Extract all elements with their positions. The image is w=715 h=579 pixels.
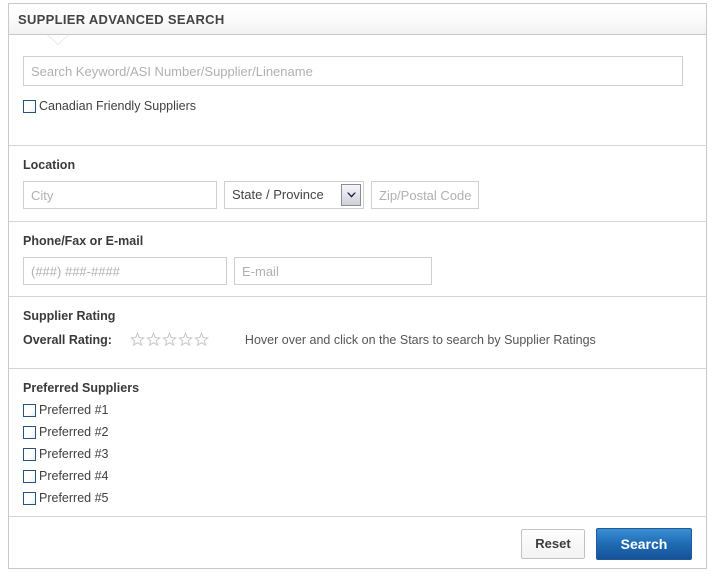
preferred-checkbox-3[interactable] (23, 448, 36, 461)
preferred-checkbox-row-2[interactable]: Preferred #2 (23, 426, 694, 439)
city-input[interactable] (23, 181, 217, 209)
chevron-down-icon[interactable] (341, 184, 361, 206)
preferred-suppliers-section-label: Preferred Suppliers (23, 381, 140, 395)
preferred-checkbox-row-5[interactable]: Preferred #5 (23, 492, 694, 505)
preferred-checkbox-5[interactable] (23, 492, 36, 505)
zip-postal-code-input[interactable] (371, 181, 479, 209)
overall-rating-label: Overall Rating: (23, 332, 112, 347)
preferred-label-3: Preferred #3 (39, 447, 109, 462)
supplier-rating-section: Supplier Rating Overall Rating: Hover ov… (9, 297, 706, 369)
state-province-selected-value: State / Province (232, 187, 324, 202)
preferred-suppliers-section: Preferred Suppliers Preferred #1 Preferr… (9, 369, 706, 517)
supplier-advanced-search-panel: SUPPLIER ADVANCED SEARCH Canadian Friend… (8, 3, 707, 569)
supplier-rating-section-label: Supplier Rating (23, 309, 116, 323)
contact-fields-row (23, 257, 694, 285)
preferred-checkbox-2[interactable] (23, 426, 36, 439)
location-fields-row: State / Province (23, 181, 694, 209)
star-outline-icon[interactable] (161, 332, 177, 347)
preferred-label-1: Preferred #1 (39, 403, 109, 418)
location-section-label: Location (23, 158, 76, 172)
preferred-checkbox-row-1[interactable]: Preferred #1 (23, 404, 694, 417)
preferred-checkbox-4[interactable] (23, 470, 36, 483)
email-input[interactable] (234, 257, 432, 285)
star-outline-icon[interactable] (193, 332, 209, 347)
search-input[interactable] (23, 56, 683, 86)
star-outline-icon[interactable] (129, 332, 145, 347)
overall-rating-row: Overall Rating: Hover over and click on … (23, 332, 694, 347)
form-footer: Reset Search (9, 517, 706, 570)
preferred-checkbox-row-3[interactable]: Preferred #3 (23, 448, 694, 461)
search-button[interactable]: Search (596, 527, 692, 560)
star-rating-control[interactable] (129, 332, 209, 347)
keyword-section: Canadian Friendly Suppliers (9, 35, 706, 146)
preferred-label-5: Preferred #5 (39, 491, 109, 506)
preferred-checkbox-1[interactable] (23, 404, 36, 417)
preferred-checkbox-row-4[interactable]: Preferred #4 (23, 470, 694, 483)
phone-fax-input[interactable] (23, 257, 227, 285)
canadian-friendly-checkbox[interactable] (23, 100, 36, 113)
star-outline-icon[interactable] (145, 332, 161, 347)
preferred-label-4: Preferred #4 (39, 469, 109, 484)
canadian-friendly-label: Canadian Friendly Suppliers (39, 99, 197, 114)
reset-button[interactable]: Reset (521, 528, 585, 559)
preferred-label-2: Preferred #2 (39, 425, 109, 440)
rating-hint-text: Hover over and click on the Stars to sea… (244, 332, 596, 347)
contact-section-label: Phone/Fax or E-mail (23, 234, 144, 248)
panel-header: SUPPLIER ADVANCED SEARCH (9, 4, 706, 35)
header-notch-inner-icon (48, 35, 68, 44)
state-province-select[interactable]: State / Province (224, 181, 364, 209)
star-outline-icon[interactable] (177, 332, 193, 347)
page-title: SUPPLIER ADVANCED SEARCH (18, 12, 225, 27)
contact-section: Phone/Fax or E-mail (9, 222, 706, 297)
location-section: Location State / Province (9, 146, 706, 222)
canadian-friendly-checkbox-row[interactable]: Canadian Friendly Suppliers (23, 100, 694, 113)
